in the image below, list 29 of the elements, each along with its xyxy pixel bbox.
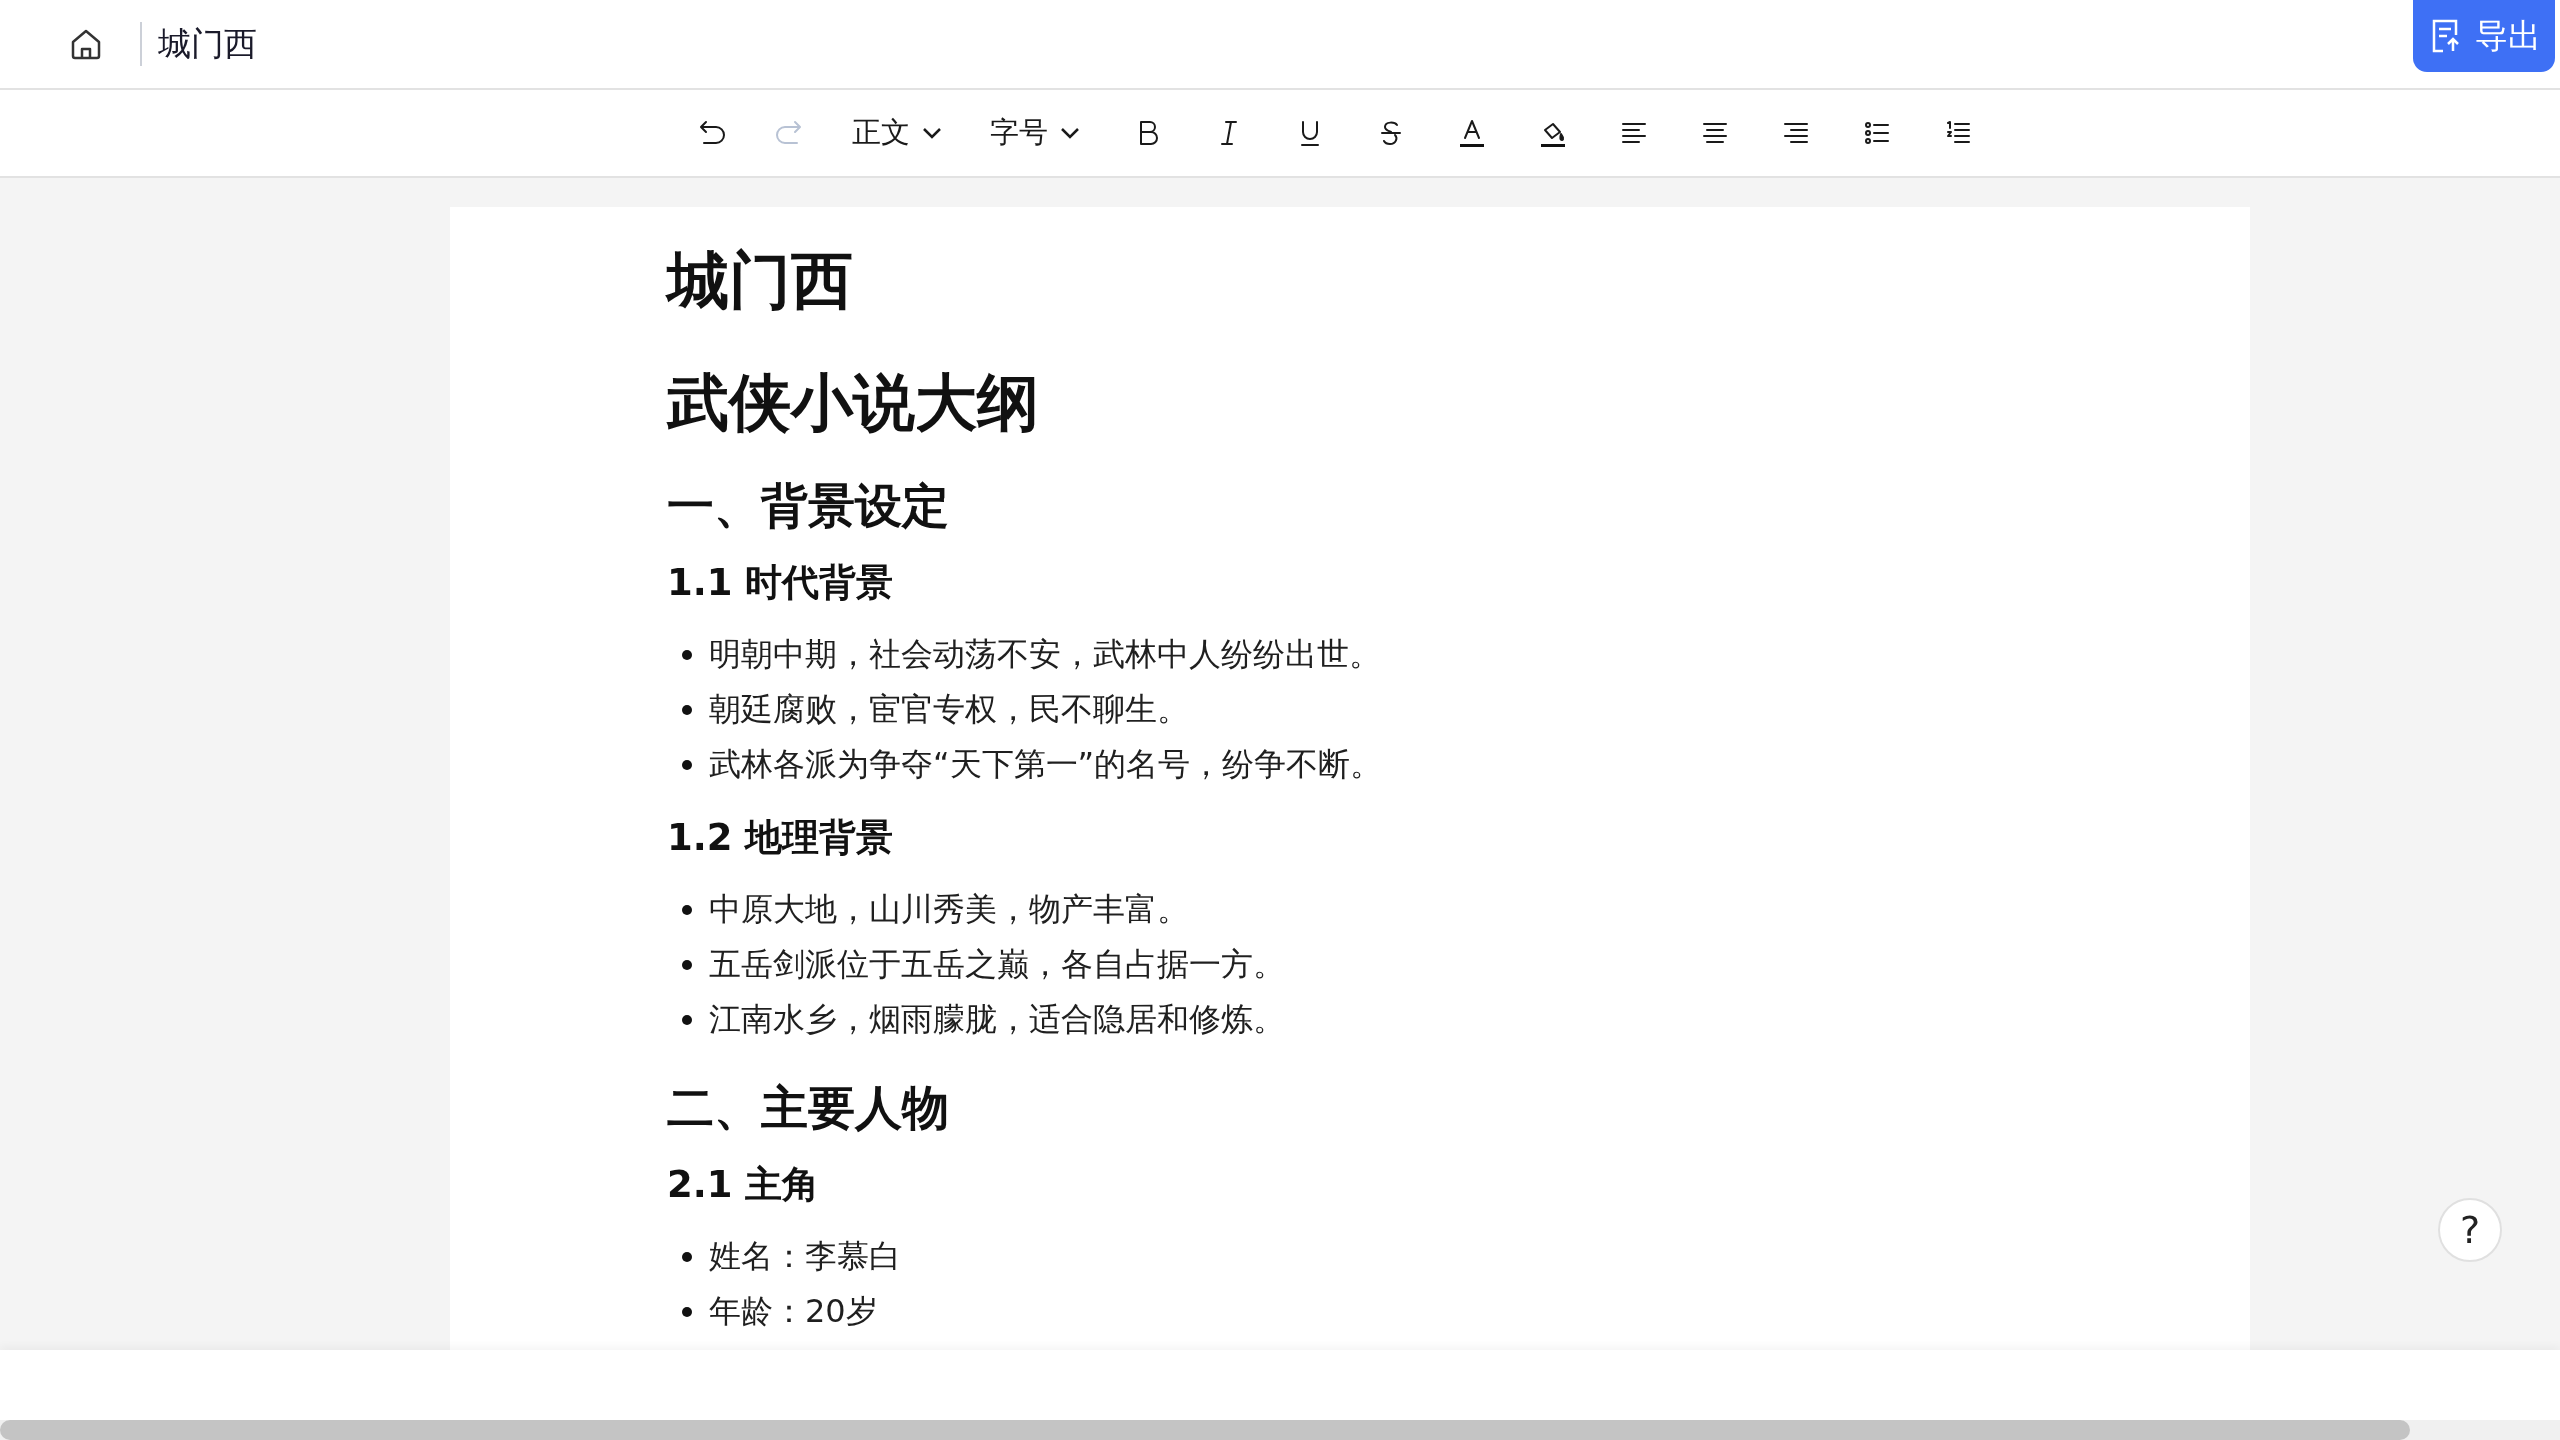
list-item-text: 江南水乡，烟雨朦胧，适合隐居和修炼。 xyxy=(709,998,1285,1040)
subsection-heading: 1.1 时代背景 xyxy=(667,560,895,606)
horizontal-scrollbar[interactable] xyxy=(0,1420,2410,1440)
bullet-icon xyxy=(682,1014,692,1025)
bullet-icon xyxy=(682,649,692,660)
list-item-text: 年龄：20岁 xyxy=(709,1290,878,1332)
document-title-heading: 城门西 xyxy=(667,243,854,319)
bullet-icon xyxy=(682,1251,692,1262)
document-title: 城门西 xyxy=(158,22,257,65)
list-item-text: 中原大地，山川秀美，物产丰富。 xyxy=(709,888,1189,930)
heading: 武侠小说大纲 xyxy=(667,365,1040,441)
list-item-text: 五岳剑派位于五岳之巅，各自占据一方。 xyxy=(709,943,1285,985)
bullet-icon xyxy=(682,759,692,770)
style-dropdown[interactable]: 正文 xyxy=(852,113,944,153)
list-item-text: 姓名：李慕白 xyxy=(709,1235,901,1277)
bullet-icon xyxy=(682,704,692,715)
subsection-heading: 1.2 地理背景 xyxy=(667,815,895,861)
list-item-text: 朝廷腐败，宦官专权，民不聊生。 xyxy=(709,688,1189,730)
list-item-text: 武林各派为争夺“天下第一”的名号，纷争不断。 xyxy=(709,743,1383,785)
bullet-icon xyxy=(682,1306,692,1317)
subsection-heading: 2.1 主角 xyxy=(667,1162,821,1208)
style-dropdown[interactable]: 字号 xyxy=(990,113,1082,153)
bullet-icon xyxy=(682,959,692,970)
section-heading: 二、主要人物 xyxy=(667,1079,950,1137)
list-item-text: 明朝中期，社会动荡不安，武林中人纷纷出世。 xyxy=(709,633,1381,675)
bullet-icon xyxy=(682,904,692,915)
help-button[interactable]: ? xyxy=(2438,1198,2502,1262)
export-button[interactable]: 导出 xyxy=(2413,0,2555,72)
section-heading: 一、背景设定 xyxy=(667,477,950,535)
